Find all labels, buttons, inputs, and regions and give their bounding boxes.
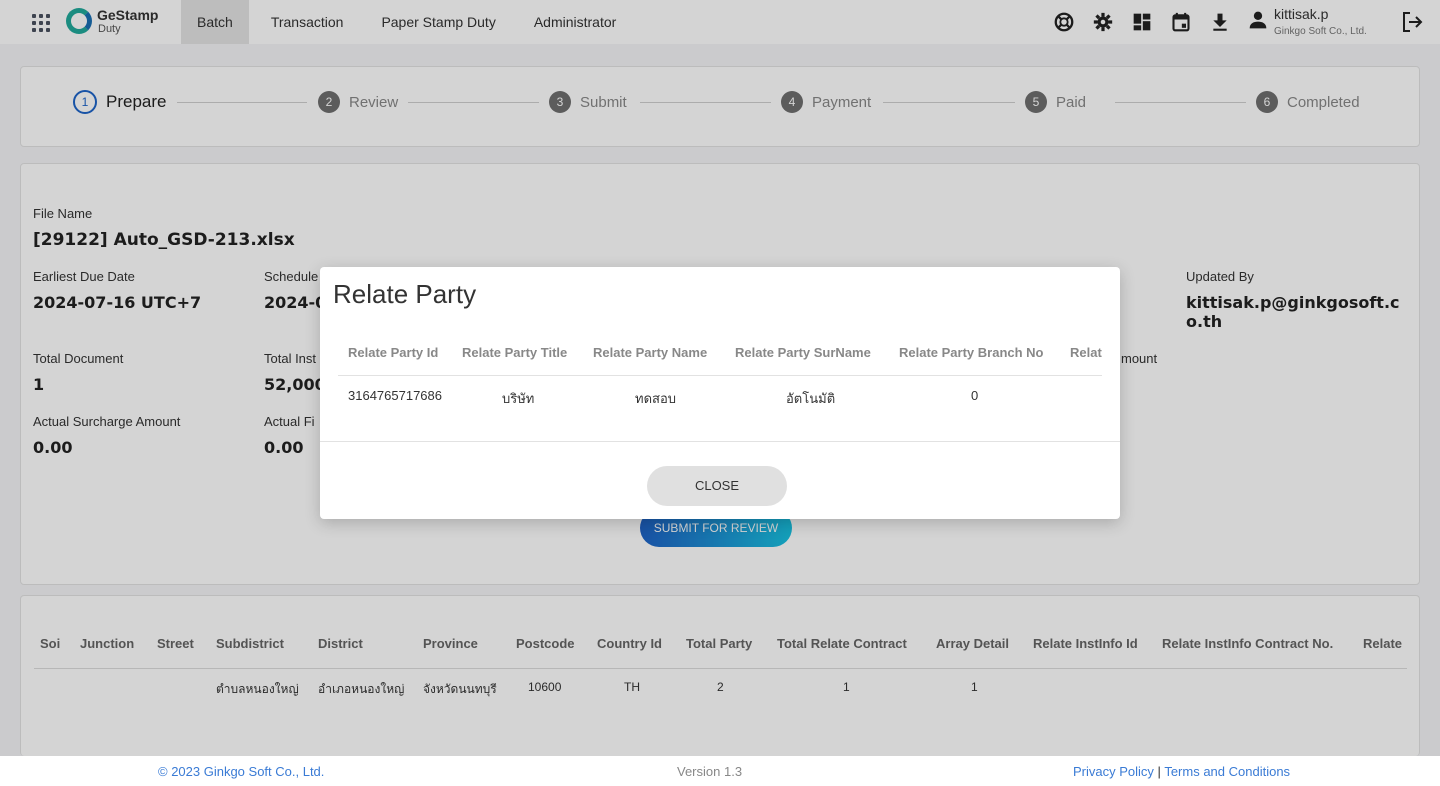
footer-links: Privacy Policy | Terms and Conditions xyxy=(1073,764,1290,779)
cell-relate-party-surname: อัตโนมัติ xyxy=(786,391,836,406)
cell-relate-party-name: ทดสอบ xyxy=(635,391,677,406)
col-header-relate-party-name[interactable]: Relate Party Name xyxy=(593,345,707,360)
table-header-divider xyxy=(338,375,1102,376)
close-button[interactable]: CLOSE xyxy=(647,466,787,506)
terms-and-conditions-link[interactable]: Terms and Conditions xyxy=(1164,764,1290,779)
privacy-policy-link[interactable]: Privacy Policy xyxy=(1073,764,1154,779)
footer-version: Version 1.3 xyxy=(677,764,743,779)
col-header-relate-party-id[interactable]: Relate Party Id xyxy=(348,345,438,360)
col-header-relate-party-surname[interactable]: Relate Party SurName xyxy=(735,345,871,360)
cell-relate-party-id: 3164765717686 xyxy=(348,388,442,403)
dialog-divider xyxy=(320,441,1120,442)
cell-relate-party-branch-no: 0 xyxy=(971,388,979,403)
col-header-relate-party-title[interactable]: Relate Party Title xyxy=(462,345,567,360)
relate-party-dialog: Relate Party Relate Party Id Relate Part… xyxy=(320,267,1120,519)
footer: © 2023 Ginkgo Soft Co., Ltd. Version 1.3… xyxy=(0,756,1440,786)
relate-party-table: Relate Party Id Relate Party Title Relat… xyxy=(338,337,1102,437)
cell-relate-party-title: บริษัท xyxy=(502,391,535,406)
footer-copyright: © 2023 Ginkgo Soft Co., Ltd. xyxy=(158,764,325,779)
footer-separator: | xyxy=(1157,764,1161,779)
col-header-relate-party-branch-no[interactable]: Relate Party Branch No xyxy=(899,345,1044,360)
col-header-relate-truncated[interactable]: Relat xyxy=(1070,345,1102,360)
dialog-title: Relate Party xyxy=(333,279,477,309)
